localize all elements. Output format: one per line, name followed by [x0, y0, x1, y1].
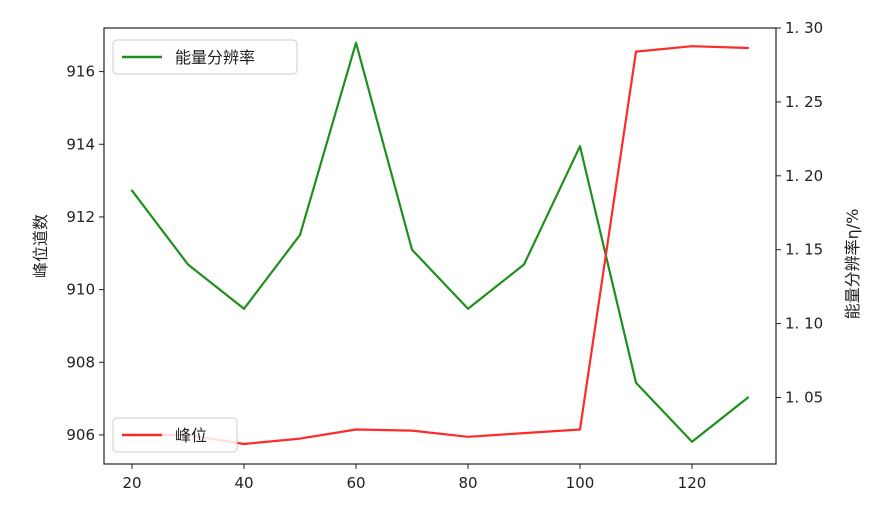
x-tick-label: 100	[566, 474, 595, 492]
y-right-tick-label: 1. 15	[785, 241, 823, 259]
dual-axis-line-chart: 20 40 60 80 100 120 906 908 910 912 914 916 1. 05 1. …	[0, 0, 895, 510]
x-tick-label: 20	[122, 474, 141, 492]
y-left-tick-label: 908	[66, 353, 95, 371]
y-left-tick-label: 906	[66, 426, 95, 444]
series-line-peak-position	[130, 45, 750, 446]
legend-energy-resolution: 能量分辨率	[112, 39, 298, 75]
y-axis-right-label: 能量分辨率η/%	[843, 209, 862, 320]
x-tick-label: 40	[234, 474, 253, 492]
y-right-tick-label: 1. 30	[785, 19, 823, 37]
y-right-tick-label: 1. 20	[785, 167, 823, 185]
legend-label: 峰位	[175, 426, 207, 445]
y-right-tick-label: 1. 10	[785, 315, 823, 333]
x-tick-label: 60	[346, 474, 365, 492]
series-layer	[130, 41, 750, 446]
y-left-tick-label: 912	[66, 208, 95, 226]
x-tick-label: 80	[458, 474, 477, 492]
legend-label: 能量分辨率	[175, 48, 255, 67]
y-left-tick-label: 914	[66, 135, 95, 153]
plot-frame	[103, 27, 777, 465]
y-left-tick-label: 910	[66, 281, 95, 299]
legend-peak-position: 峰位	[112, 417, 238, 453]
x-tick-label: 120	[678, 474, 707, 492]
y-axis-left-label: 峰位道数	[31, 214, 50, 278]
series-line-energy-resolution	[130, 41, 750, 443]
y-right-tick-label: 1. 05	[785, 388, 823, 406]
y-right-tick-label: 1. 25	[785, 93, 823, 111]
legend-layer: 能量分辨率峰位	[112, 39, 298, 453]
chart-canvas: 20 40 60 80 100 120 906 908 910 912 914 916 1. 05 1. …	[31, 19, 862, 492]
y-left-tick-label: 916	[66, 63, 95, 81]
